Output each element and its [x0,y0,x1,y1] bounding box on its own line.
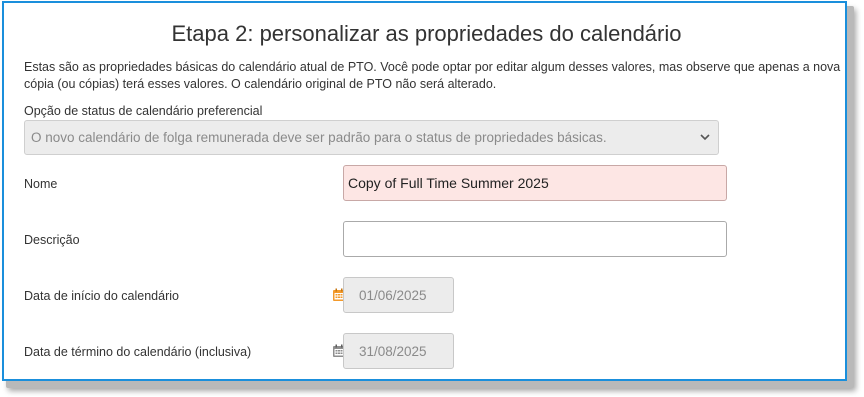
status-option-label: Opção de status de calendário preferenci… [24,104,263,118]
start-date-value: 01/06/2025 [359,287,427,303]
start-date-label: Data de início do calendário [24,289,179,303]
page-title: Etapa 2: personalizar as propriedades do… [171,21,682,46]
start-date-field[interactable]: 01/06/2025 [343,277,454,313]
description-field[interactable] [343,221,727,257]
intro-text: Estas são as propriedades básicas do cal… [24,60,841,91]
chevron-down-icon [700,134,710,141]
status-option-select[interactable]: O novo calendário de folga remunerada de… [24,120,719,155]
name-field[interactable]: Copy of Full Time Summer 2025 [343,165,727,201]
end-date-label: Data de término do calendário (inclusiva… [24,345,252,359]
name-label: Nome [24,177,58,191]
name-field-value: Copy of Full Time Summer 2025 [348,175,549,191]
end-date-value: 31/08/2025 [359,343,427,359]
end-date-field[interactable]: 31/08/2025 [343,333,454,369]
status-option-selected-value: O novo calendário de folga remunerada de… [31,130,607,145]
dialog-panel: Etapa 2: personalizar as propriedades do… [2,1,847,381]
description-label: Descrição [24,233,80,247]
